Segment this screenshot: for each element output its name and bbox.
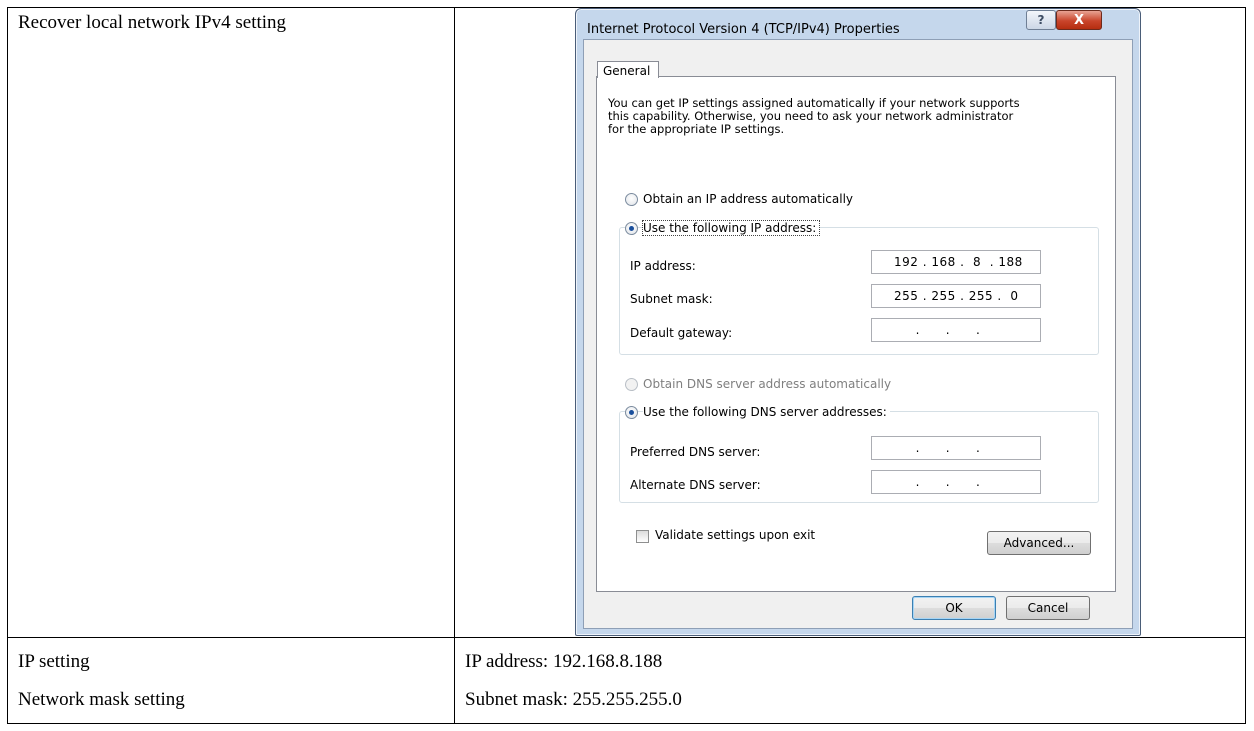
default-gateway-field[interactable]: . . . [871,318,1041,342]
validate-label[interactable]: Validate settings upon exit [655,528,815,542]
ip-address-label: IP address: [630,259,696,273]
dns-manual-label[interactable]: Use the following DNS server addresses: [643,405,890,419]
subnet-mask-label: Subnet mask: [630,292,713,306]
description-line: for the appropriate IP settings. [608,122,785,136]
default-gateway-label: Default gateway: [630,326,733,340]
row2-value: IP address: 192.168.8.188 [465,651,663,672]
description-text: You can get IP settings assigned automat… [608,97,1088,136]
dialog-title: Internet Protocol Version 4 (TCP/IPv4) P… [587,22,900,37]
close-icon: X [1073,12,1085,28]
subnet-mask-field[interactable]: 255 . 255 . 255 . 0 [871,284,1041,308]
dialog-client-area: General You can get IP settings assigned… [583,39,1133,629]
table-border-left [7,7,8,724]
table-column-divider [454,7,455,724]
close-button[interactable]: X [1056,10,1102,30]
preferred-dns-label: Preferred DNS server: [630,445,761,459]
row3-value: Subnet mask: 255.255.255.0 [465,689,682,710]
dns-manual-radio[interactable] [625,406,638,419]
tab-general[interactable]: General [597,61,659,78]
help-button[interactable]: ? [1026,10,1056,30]
help-icon: ? [1037,13,1045,27]
ok-button[interactable]: OK [912,596,996,620]
table-border-bottom [7,723,1246,724]
table-row-divider [7,637,1246,638]
ip-auto-radio[interactable] [625,193,638,206]
ip-manual-radio[interactable] [625,222,638,235]
preferred-dns-field[interactable]: . . . [871,436,1041,460]
row2-label: IP setting [18,651,90,672]
dns-auto-radio[interactable] [625,378,638,391]
dns-auto-label[interactable]: Obtain DNS server address automatically [643,377,891,391]
row3-label: Network mask setting [18,689,185,710]
row1-label: Recover local network IPv4 setting [18,12,287,33]
alternate-dns-field[interactable]: . . . [871,470,1041,494]
ip-address-field[interactable]: 192 . 168 . 8 . 188 [871,250,1041,274]
alternate-dns-label: Alternate DNS server: [630,478,761,492]
validate-checkbox[interactable] [636,530,649,543]
advanced-button[interactable]: Advanced... [987,531,1091,555]
ip-auto-label[interactable]: Obtain an IP address automatically [643,192,853,206]
cancel-button[interactable]: Cancel [1006,596,1090,620]
ip-manual-label[interactable]: Use the following IP address: [641,220,821,236]
table-border-right [1245,7,1246,724]
ipv4-properties-dialog: Internet Protocol Version 4 (TCP/IPv4) P… [575,8,1141,636]
